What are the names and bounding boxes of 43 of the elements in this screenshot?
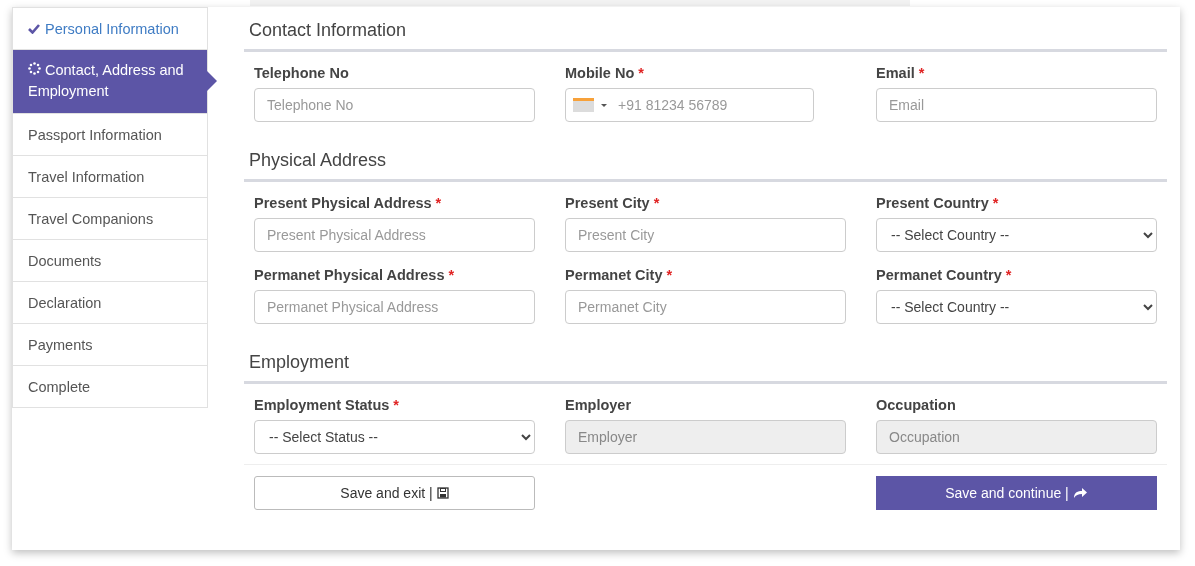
input-field[interactable]: Permanet City — [565, 290, 846, 324]
section-title: Employment — [244, 339, 1167, 384]
field-label: Employment Status — [254, 397, 390, 413]
save-exit-button[interactable]: Save and exit | — [254, 476, 535, 510]
input-field[interactable]: Present Physical Address — [254, 218, 535, 252]
required-mark: * — [448, 267, 455, 283]
input-field[interactable]: Telephone No — [254, 88, 535, 122]
check-icon — [28, 23, 40, 34]
step-tab[interactable]: Contact, Address and Employment — [13, 49, 207, 113]
field-label: Permanet Country — [876, 267, 1002, 283]
select-dropdown[interactable]: -- Select Country -- — [876, 290, 1157, 324]
required-mark: * — [638, 65, 644, 81]
field-label: Present Country — [876, 195, 989, 211]
input-field[interactable]: Permanet Physical Address — [254, 290, 535, 324]
required-mark: * — [653, 195, 660, 211]
input-field[interactable]: Email — [876, 88, 1157, 122]
field-label: Present City — [565, 195, 650, 211]
required-mark: * — [918, 65, 925, 81]
required-mark: * — [393, 397, 399, 413]
section-title: Physical Address — [244, 137, 1167, 182]
field-label: Employer — [565, 397, 632, 413]
required-mark: * — [992, 195, 999, 211]
input-field[interactable]: Present City — [565, 218, 846, 252]
field-label: Permanet Physical Address — [254, 267, 445, 283]
section-title: Contact Information — [244, 7, 1167, 52]
field-label: Email — [876, 65, 915, 81]
field-label: Telephone No — [254, 65, 349, 81]
save-icon — [436, 487, 449, 499]
field-label: Occupation — [876, 397, 956, 413]
pointer-icon — [207, 71, 217, 91]
select-dropdown[interactable]: -- Select Status -- — [254, 420, 535, 454]
flag-dropdown-icon[interactable] — [573, 98, 609, 112]
phone-field[interactable]: +91 81234 56789 — [565, 88, 814, 122]
spinner-icon — [28, 62, 41, 75]
required-mark: * — [435, 195, 442, 211]
save-continue-button[interactable]: Save and continue | — [876, 476, 1157, 510]
select-dropdown[interactable]: -- Select Country -- — [876, 218, 1157, 252]
share-arrow-icon — [1072, 487, 1088, 499]
required-mark: * — [666, 267, 673, 283]
field-label: Permanet City — [565, 267, 663, 283]
field-label: Mobile No — [565, 65, 635, 81]
required-mark: * — [1005, 267, 1012, 283]
field-label: Present Physical Address — [254, 195, 432, 211]
